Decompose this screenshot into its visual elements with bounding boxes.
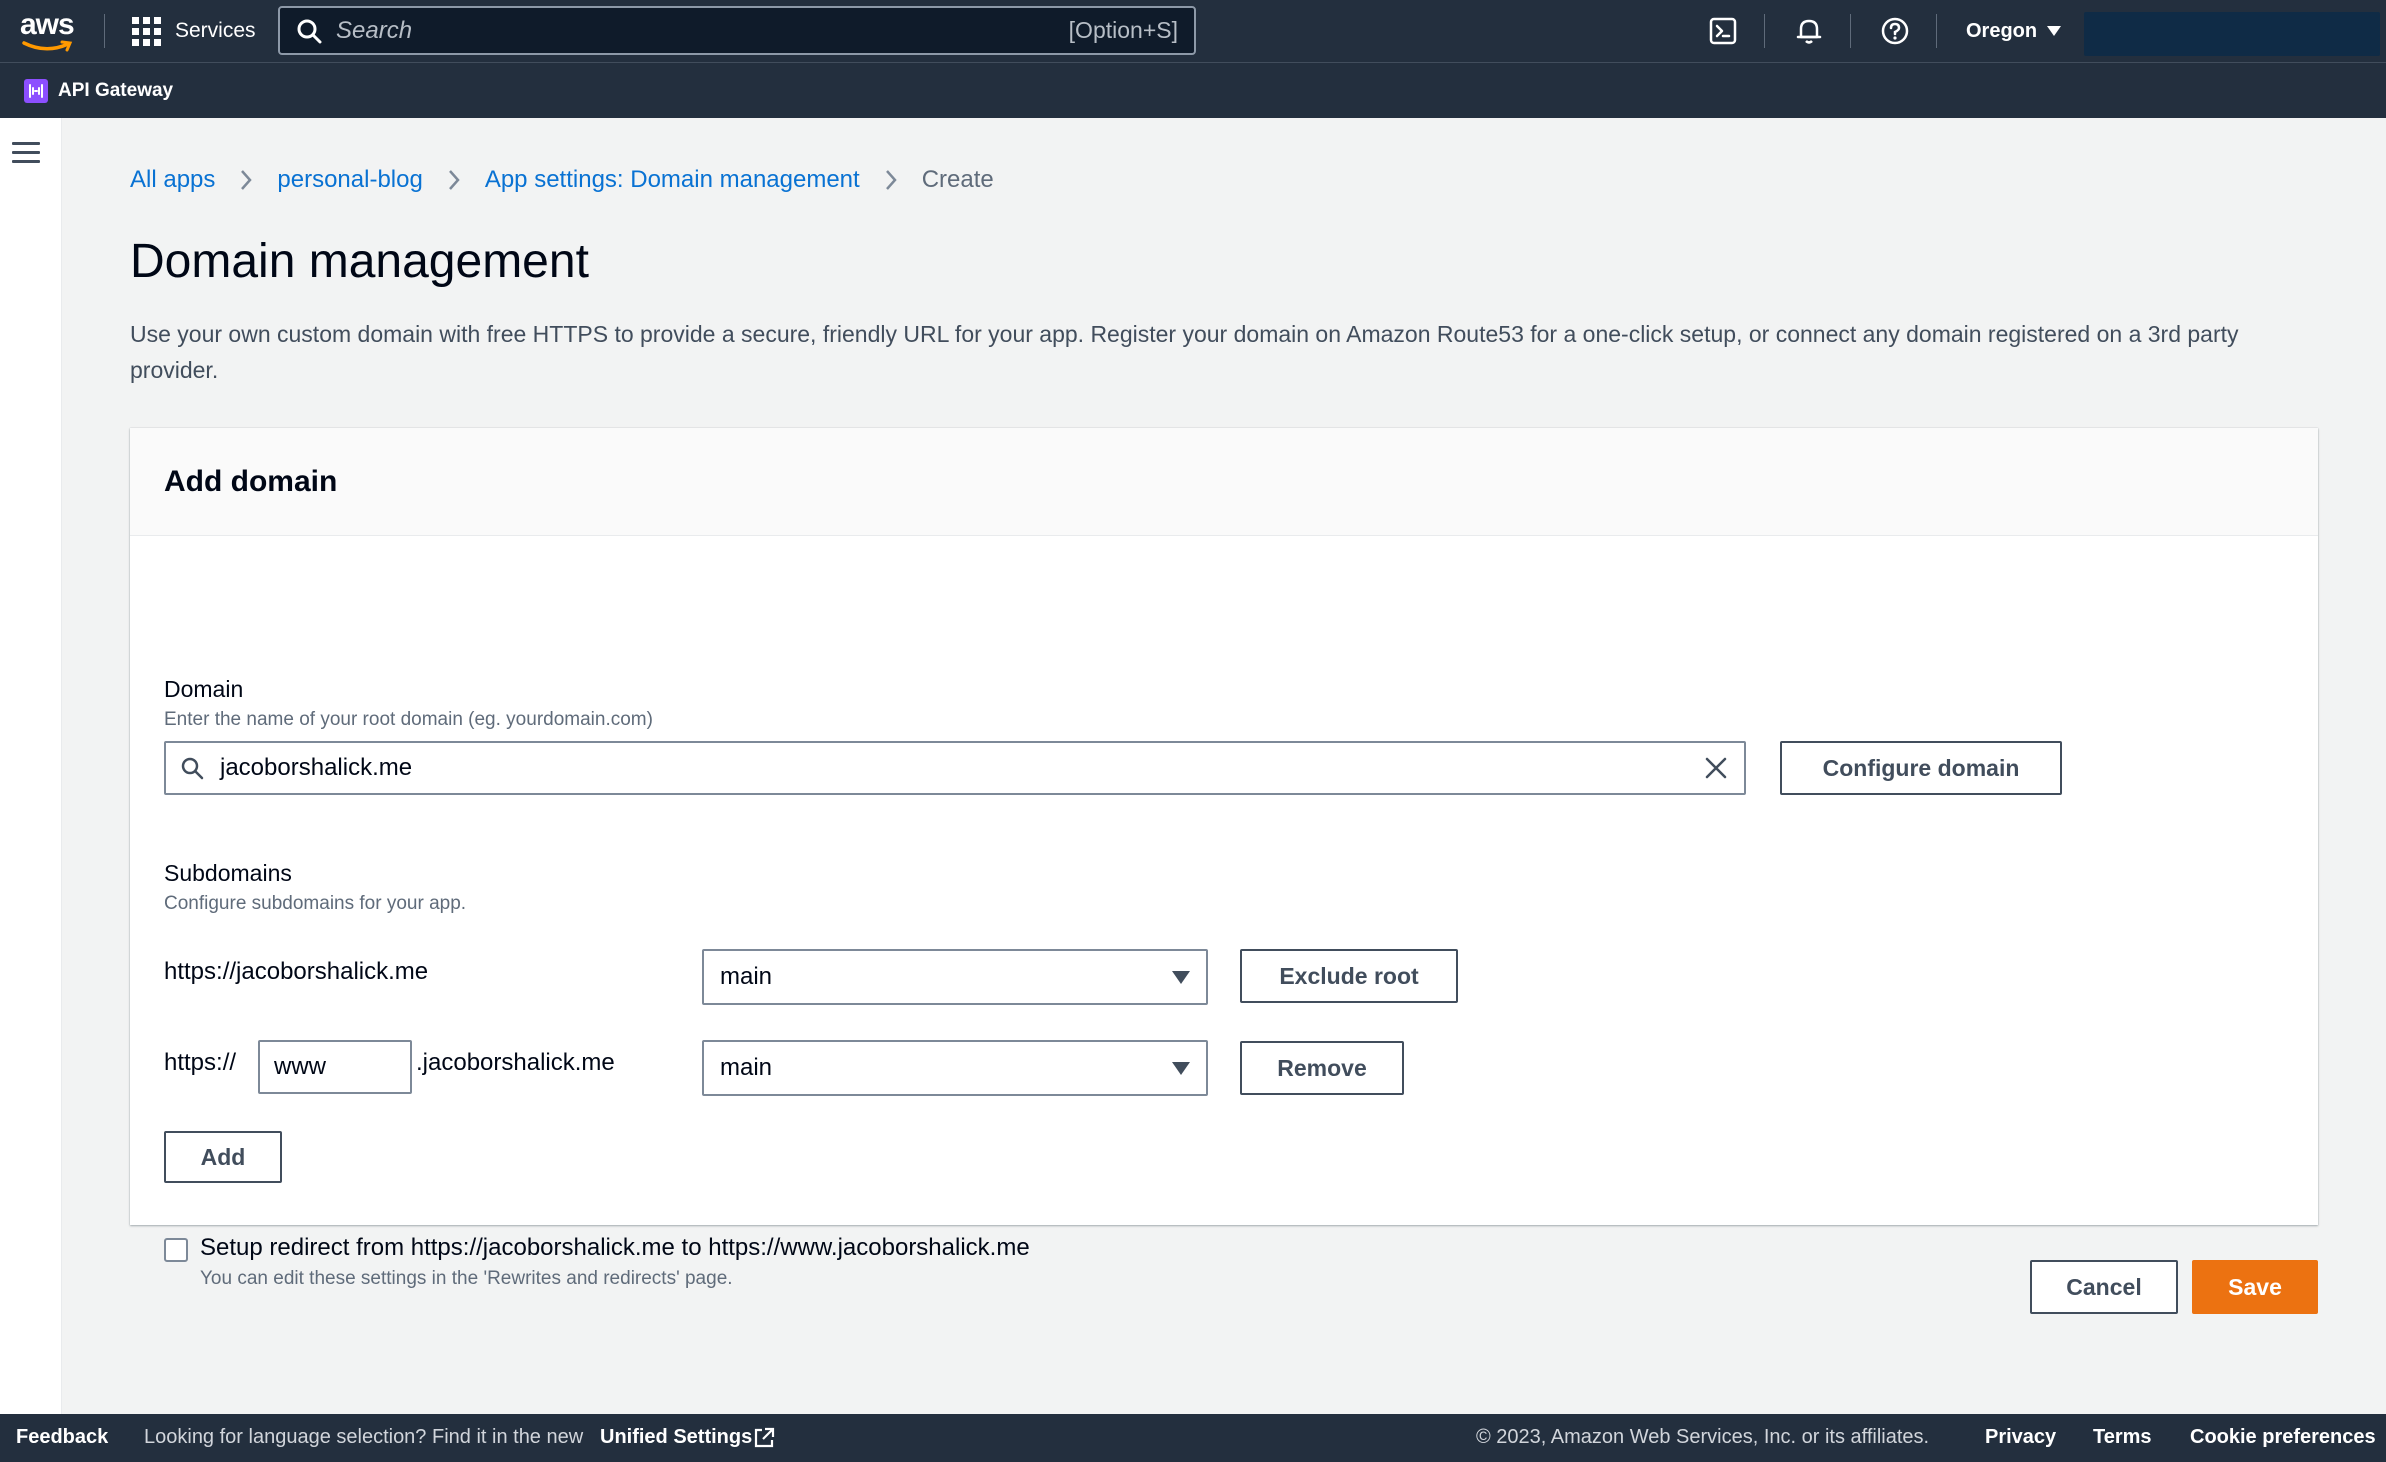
subdomain-branch-select[interactable]: main	[702, 1040, 1208, 1096]
subdomain-prefix-value: www	[274, 1053, 326, 1080]
services-grid-icon	[132, 16, 161, 46]
account-menu[interactable]	[2084, 12, 2380, 56]
favorite-api-gateway[interactable]: API Gateway	[24, 79, 173, 103]
nav-divider	[1850, 14, 1851, 48]
side-navigation-rail	[0, 118, 62, 1414]
redirect-hint: You can edit these settings in the 'Rewr…	[200, 1268, 733, 1289]
domain-label: Domain	[164, 676, 244, 702]
cancel-button[interactable]: Cancel	[2030, 1260, 2178, 1314]
copyright: © 2023, Amazon Web Services, Inc. or its…	[1476, 1426, 1930, 1448]
menu-icon[interactable]	[12, 142, 40, 166]
global-search-input[interactable]: Search [Option+S]	[278, 6, 1196, 55]
domain-input[interactable]: jacoborshalick.me	[164, 741, 1746, 795]
aws-logo[interactable]: aws	[20, 8, 76, 52]
breadcrumb-app[interactable]: personal-blog	[277, 166, 422, 194]
subdomain-prefix-label: https://	[164, 1049, 237, 1076]
subdomains-label: Subdomains	[164, 860, 292, 886]
cloudshell-icon	[1709, 17, 1737, 45]
feedback-link[interactable]: Feedback	[16, 1426, 108, 1449]
chevron-right-icon	[447, 168, 461, 192]
favorite-label: API Gateway	[58, 80, 174, 101]
page-title: Domain management	[130, 235, 589, 288]
search-icon	[181, 757, 204, 780]
subdomains-hint: Configure subdomains for your app.	[164, 893, 467, 914]
cloudshell-button[interactable]	[1706, 14, 1740, 48]
subdomain-branch-value: main	[720, 1054, 773, 1081]
breadcrumb-domain-management[interactable]: App settings: Domain management	[485, 166, 860, 194]
search-shortcut-hint: [Option+S]	[1068, 17, 1178, 43]
terms-link[interactable]: Terms	[2093, 1426, 2152, 1449]
subdomain-suffix-label: .jacoborshalick.me	[416, 1049, 615, 1076]
configure-domain-button[interactable]: Configure domain	[1780, 741, 2062, 795]
chevron-right-icon	[239, 168, 253, 192]
add-subdomain-button[interactable]: Add	[164, 1131, 282, 1183]
nav-divider	[104, 14, 105, 48]
domain-input-value: jacoborshalick.me	[220, 754, 413, 781]
caret-down-icon	[2047, 26, 2062, 36]
search-placeholder: Search	[336, 16, 413, 44]
bell-icon	[1796, 19, 1822, 44]
breadcrumb: All apps personal-blog App settings: Dom…	[130, 166, 994, 194]
redirect-checkbox[interactable]	[164, 1238, 188, 1262]
notifications-button[interactable]	[1792, 14, 1826, 48]
root-url: https://jacoborshalick.me	[164, 958, 429, 985]
external-link-icon	[752, 1426, 776, 1456]
aws-smile-icon	[22, 40, 73, 52]
help-button[interactable]	[1878, 14, 1912, 48]
redirect-label: Setup redirect from https://jacoborshali…	[200, 1234, 1030, 1261]
caret-down-icon	[1172, 1061, 1190, 1075]
cookie-preferences-link[interactable]: Cookie preferences	[2190, 1426, 2376, 1449]
chevron-right-icon	[884, 168, 898, 192]
services-menu-button[interactable]: Services	[132, 0, 256, 62]
top-navigation: aws Services Search [Option+S] Oregon	[0, 0, 2386, 62]
nav-divider	[1764, 14, 1765, 48]
panel-title: Add domain	[164, 464, 338, 498]
privacy-link[interactable]: Privacy	[1985, 1426, 2056, 1449]
region-selector[interactable]: Oregon	[1966, 0, 2062, 62]
page-description: Use your own custom domain with free HTT…	[130, 321, 2239, 383]
domain-hint: Enter the name of your root domain (eg. …	[164, 709, 653, 730]
unified-settings-link[interactable]: Unified Settings	[600, 1426, 752, 1449]
help-icon	[1881, 17, 1909, 45]
breadcrumb-current: Create	[921, 166, 994, 193]
clear-icon[interactable]	[1704, 756, 1728, 780]
caret-down-icon	[1172, 970, 1190, 984]
exclude-root-button[interactable]: Exclude root	[1240, 949, 1458, 1003]
language-prompt: Looking for language selection? Find it …	[144, 1426, 584, 1448]
subdomain-prefix-input[interactable]: www	[258, 1040, 412, 1094]
aws-logo-text: aws	[20, 8, 75, 41]
add-domain-panel: Add domain Domain Enter the name of your…	[130, 428, 2318, 1289]
root-branch-value: main	[720, 963, 773, 990]
panel-header: Add domain	[130, 428, 2318, 536]
console-footer: Feedback Looking for language selection?…	[0, 1414, 2386, 1462]
root-branch-select[interactable]: main	[702, 949, 1208, 1005]
nav-divider	[1936, 14, 1937, 48]
favorites-bar: API Gateway	[0, 62, 2386, 118]
api-gateway-icon	[24, 79, 48, 103]
region-label: Oregon	[1966, 19, 2038, 42]
services-label: Services	[175, 19, 256, 42]
search-icon	[297, 19, 322, 43]
remove-subdomain-button[interactable]: Remove	[1240, 1041, 1404, 1095]
save-button[interactable]: Save	[2192, 1260, 2318, 1314]
breadcrumb-all-apps[interactable]: All apps	[130, 166, 215, 194]
